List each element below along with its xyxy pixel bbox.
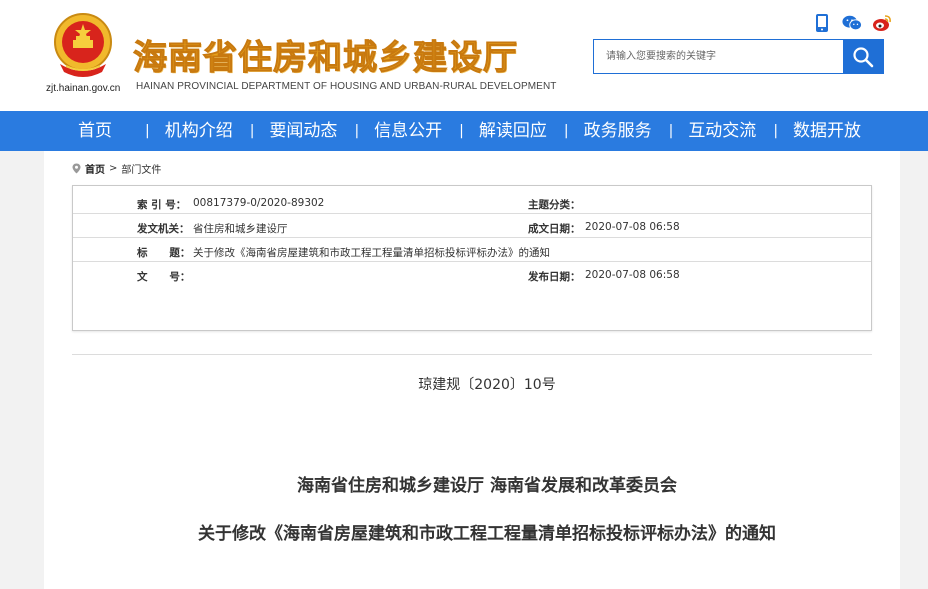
issuer-label: 发文机关：	[137, 223, 190, 235]
title-label: 标 题：	[137, 247, 191, 259]
location-pin-icon	[72, 163, 81, 174]
search-button[interactable]	[843, 40, 883, 73]
meta-row: 发文机关： 省住房和城乡建设厅 成文日期： 2020-07-08 06:58	[73, 215, 871, 238]
site-subtitle: HAINAN PROVINCIAL DEPARTMENT OF HOUSING …	[136, 81, 557, 92]
meta-row: 索 引 号： 00817379-0/2020-89302 主题分类：	[73, 191, 871, 214]
index-label: 索 引 号：	[137, 199, 187, 211]
title-value: 关于修改《海南省房屋建筑和市政工程工程量清单招标投标评标办法》的通知	[193, 247, 550, 259]
breadcrumb-separator: >	[109, 163, 118, 174]
nav-item-disclosure[interactable]: 信息公开	[374, 111, 442, 151]
content-divider	[72, 354, 872, 355]
date-label: 成文日期：	[528, 223, 581, 235]
nav-separator: |	[249, 123, 255, 139]
document-title: 关于修改《海南省房屋建筑和市政工程工程量清单招标投标评标办法》的通知	[198, 524, 776, 544]
nav-separator: |	[773, 123, 779, 139]
weibo-icon[interactable]	[872, 13, 892, 33]
document-meta-panel: 索 引 号： 00817379-0/2020-89302 主题分类： 发文机关：…	[72, 185, 872, 331]
nav-item-news[interactable]: 要闻动态	[269, 111, 337, 151]
nav-separator: |	[668, 123, 674, 139]
mobile-icon[interactable]	[812, 13, 832, 33]
nav-separator: |	[354, 123, 360, 139]
document-number: 琼建规〔2020〕10号	[418, 377, 556, 393]
nav-separator: |	[145, 123, 150, 139]
date-value: 2020-07-08 06:58	[585, 221, 680, 233]
meta-row: 标 题： 关于修改《海南省房屋建筑和市政工程工程量清单招标投标评标办法》的通知	[73, 239, 871, 262]
nav-item-interaction[interactable]: 互动交流	[688, 111, 756, 151]
nav-item-home[interactable]: 首页	[78, 111, 112, 151]
site-title[interactable]: 海南省住房和城乡建设厅	[133, 30, 518, 79]
site-domain: zjt.hainan.gov.cn	[46, 83, 121, 94]
main-nav: 首页 | 机构介绍 | 要闻动态 | 信息公开 | 解读回应 | 政务服务 | …	[0, 111, 928, 151]
category-label: 主题分类：	[528, 199, 581, 211]
top-icon-bar	[812, 12, 892, 34]
national-emblem-logo[interactable]	[52, 12, 114, 80]
site-header: zjt.hainan.gov.cn 海南省住房和城乡建设厅 HAINAN PRO…	[0, 0, 928, 111]
pubdate-label: 发布日期：	[528, 271, 581, 283]
document-issuers: 海南省住房和城乡建设厅 海南省发展和改革委员会	[297, 476, 677, 496]
article-content: 首页 > 部门文件 索 引 号： 00817379-0/2020-89302 主…	[44, 151, 900, 589]
nav-item-interpretation[interactable]: 解读回应	[479, 111, 547, 151]
breadcrumb-home[interactable]: 首页	[85, 161, 105, 176]
nav-item-data[interactable]: 数据开放	[793, 111, 861, 151]
pubdate-value: 2020-07-08 06:58	[585, 269, 680, 281]
search-input[interactable]	[594, 40, 843, 73]
breadcrumb: 首页 > 部门文件	[72, 161, 161, 176]
breadcrumb-current[interactable]: 部门文件	[121, 161, 161, 176]
nav-separator: |	[563, 123, 569, 139]
wechat-icon[interactable]	[842, 13, 862, 33]
search-box	[593, 39, 884, 74]
search-icon	[853, 46, 874, 67]
index-value: 00817379-0/2020-89302	[193, 197, 325, 209]
nav-item-services[interactable]: 政务服务	[584, 111, 652, 151]
docno-label: 文 号：	[137, 271, 191, 283]
issuer-value: 省住房和城乡建设厅	[193, 223, 288, 235]
meta-row: 文 号： 发布日期： 2020-07-08 06:58	[73, 263, 871, 286]
nav-item-institution[interactable]: 机构介绍	[165, 111, 233, 151]
nav-separator: |	[459, 123, 464, 139]
